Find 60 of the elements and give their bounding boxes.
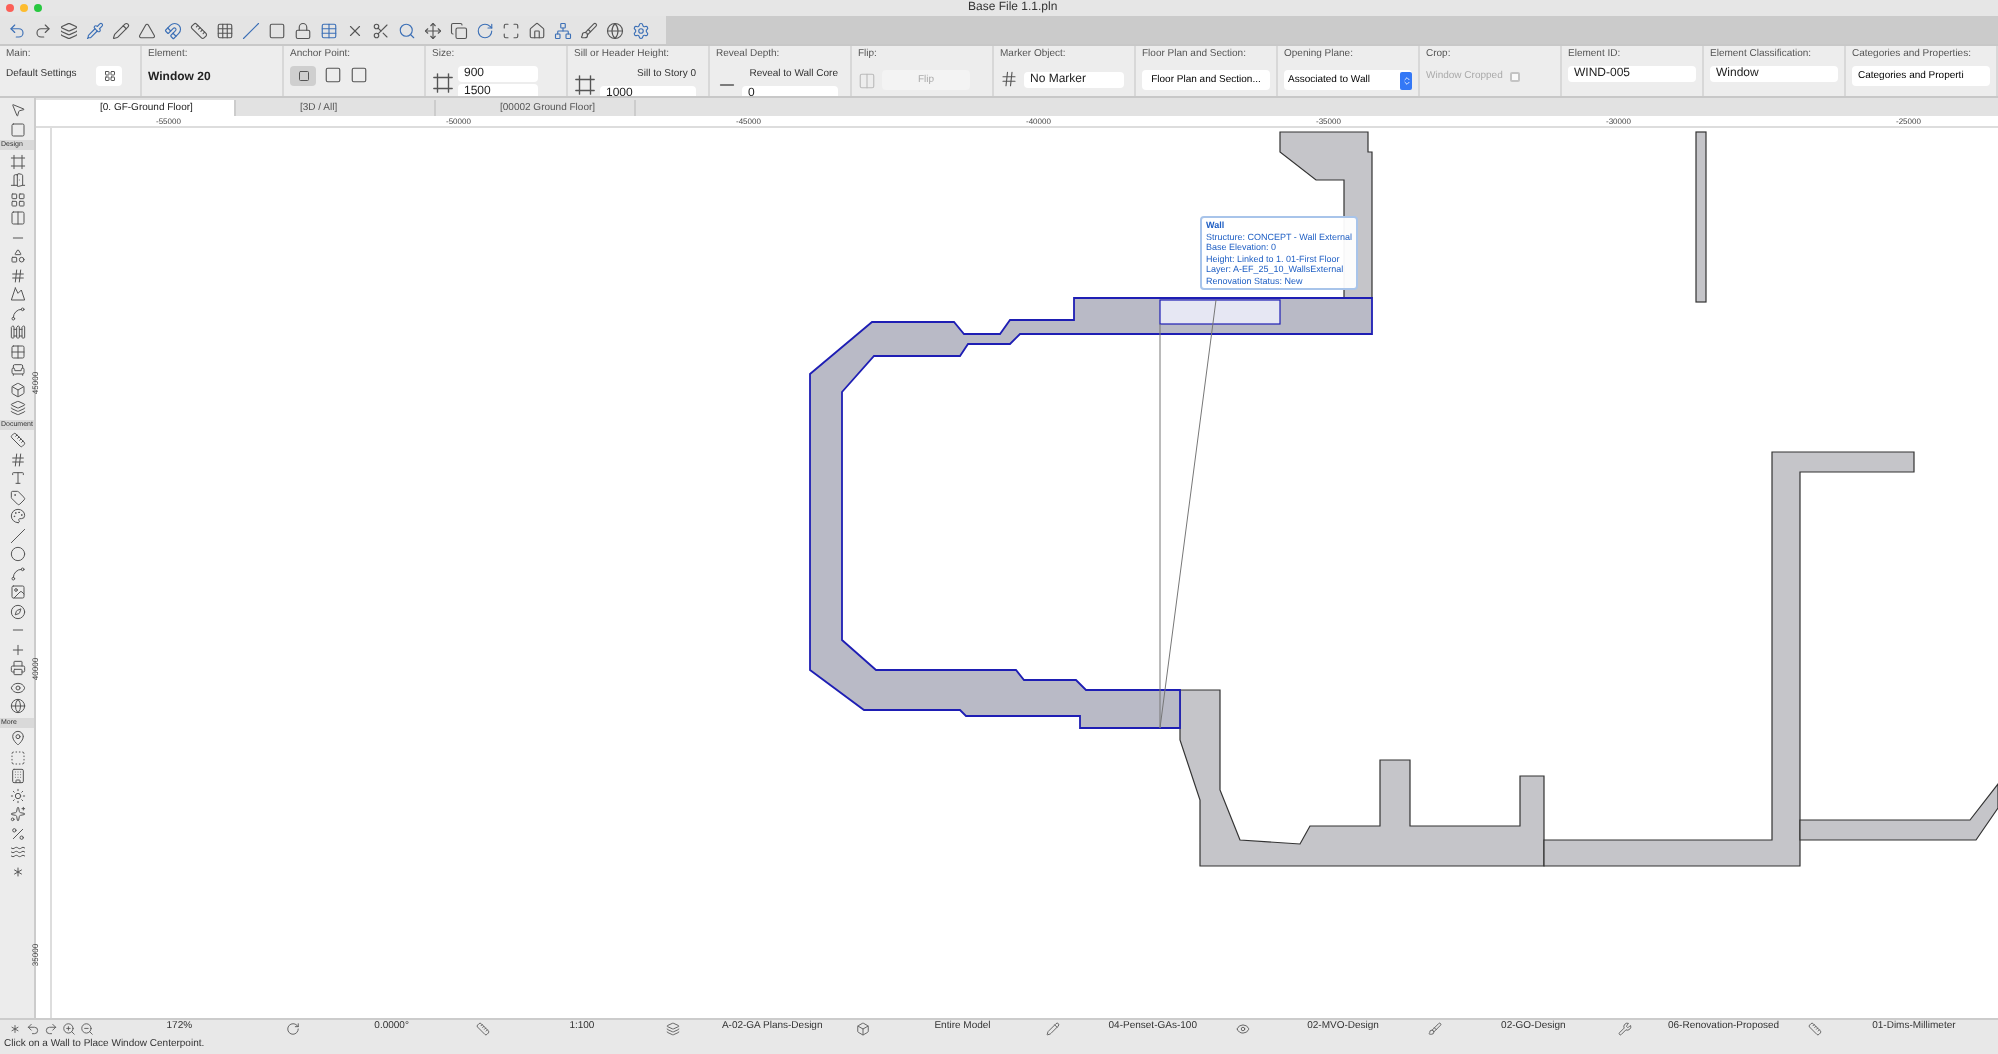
scissors-icon[interactable] [372,21,390,39]
zoom-out-icon[interactable] [80,1021,94,1035]
object-icon[interactable] [9,362,25,378]
wave-icon[interactable] [9,844,25,860]
settings-button[interactable] [96,66,123,86]
pen-icon[interactable] [1046,1021,1061,1035]
stepper-icon [1400,71,1412,89]
layers-icon[interactable] [60,21,78,39]
circle-icon[interactable] [9,546,25,562]
undo-icon[interactable] [26,1021,40,1035]
triangle-icon[interactable] [138,21,156,39]
line-icon[interactable] [242,21,260,39]
dimension-icon[interactable] [9,432,25,448]
globe-icon[interactable] [606,21,624,39]
network-icon[interactable] [554,21,572,39]
sparkle-icon[interactable] [9,806,25,822]
settings-icon[interactable] [632,21,650,39]
redo-icon[interactable] [34,21,52,39]
copy-icon[interactable] [450,21,468,39]
move-icon[interactable] [424,21,442,39]
drawing-icon[interactable] [9,584,25,600]
pin-icon[interactable] [9,730,25,746]
anchor-center-button[interactable] [290,66,316,86]
ruler-icon[interactable] [475,1021,490,1035]
layers-icon[interactable] [666,1021,681,1035]
arrow-icon[interactable] [9,102,25,118]
column-icon[interactable] [9,210,25,226]
label-icon[interactable] [9,489,25,505]
maximize-icon[interactable] [502,21,520,39]
lock-icon[interactable] [294,21,312,39]
eyedropper-icon[interactable] [86,21,104,39]
redo-icon[interactable] [44,1021,58,1035]
model-icon[interactable] [856,1021,871,1035]
ruler-icon[interactable] [190,21,208,39]
marquee-icon[interactable] [9,121,25,137]
eye-icon[interactable] [1236,1021,1251,1035]
polyline-icon[interactable] [9,565,25,581]
dimension-icon[interactable] [1807,1021,1822,1035]
asterisk-icon[interactable] [8,1021,22,1035]
search-icon[interactable] [398,21,416,39]
door-icon[interactable] [9,172,25,188]
rotate-icon[interactable] [476,21,494,39]
pencil-icon[interactable] [112,21,130,39]
text-icon[interactable] [9,470,25,486]
square-icon [297,70,309,82]
wrench-icon[interactable] [1617,1021,1632,1035]
railing-icon[interactable] [9,324,25,340]
curtain-wall-icon[interactable] [9,343,25,359]
zoom-in-icon[interactable] [62,1021,76,1035]
asterisk-icon[interactable] [9,863,25,879]
square-icon[interactable] [268,21,286,39]
house-icon[interactable] [528,21,546,39]
undo-icon[interactable] [8,21,26,39]
brush-icon[interactable] [1427,1021,1442,1035]
magnet-icon[interactable] [164,21,182,39]
close-button[interactable] [6,4,14,12]
brush-icon[interactable] [580,21,598,39]
table-icon[interactable] [320,21,338,39]
line-icon[interactable] [9,527,25,543]
cross-icon[interactable] [346,21,364,39]
